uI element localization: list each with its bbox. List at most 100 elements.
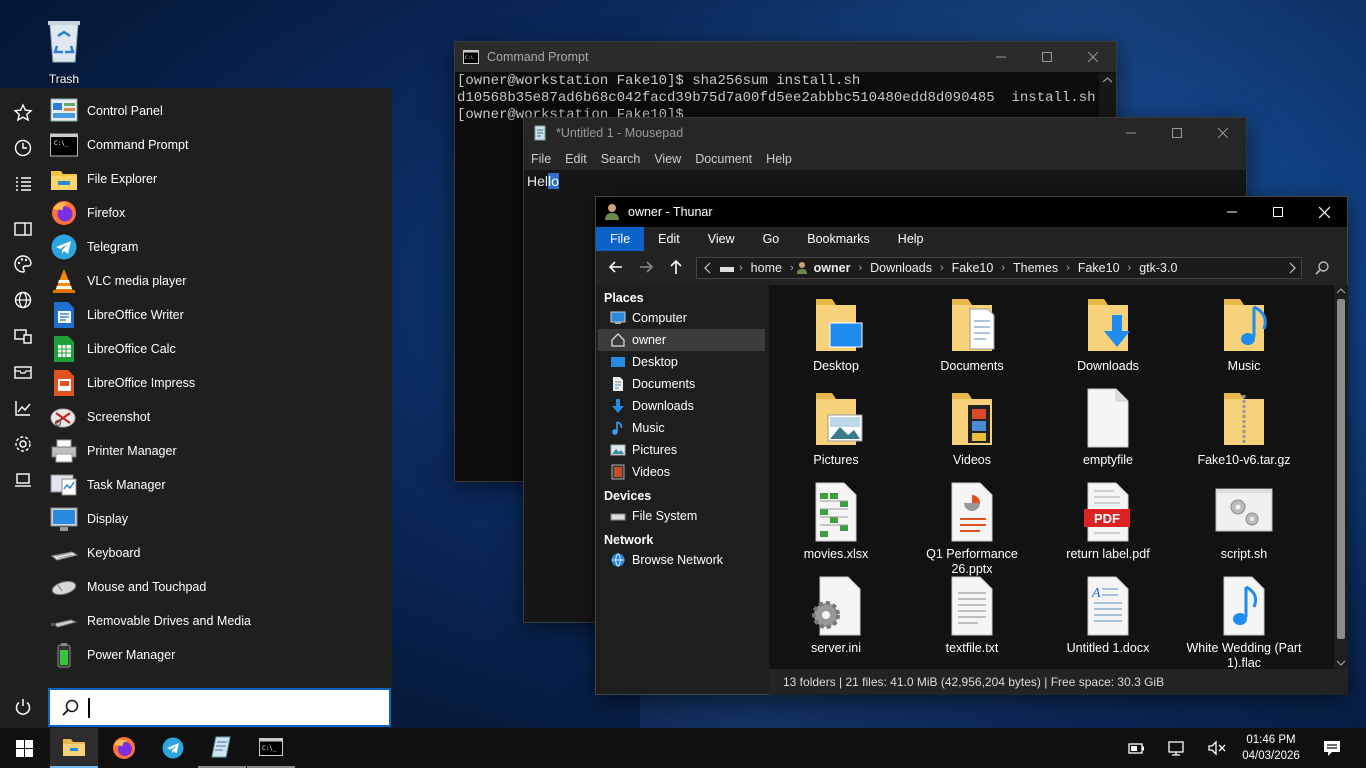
clock-icon[interactable] bbox=[13, 138, 33, 158]
up-arrow-icon[interactable] bbox=[666, 257, 686, 277]
file-item-emptyfile[interactable]: emptyfile bbox=[1043, 381, 1173, 468]
drive-icon[interactable] bbox=[719, 262, 735, 274]
app-keyboard[interactable]: Keyboard bbox=[46, 536, 392, 570]
start-button[interactable] bbox=[0, 728, 48, 768]
menu-edit[interactable]: Edit bbox=[644, 227, 694, 251]
file-item-script[interactable]: script.sh bbox=[1179, 475, 1309, 562]
app-telegram[interactable]: Telegram bbox=[46, 230, 392, 264]
desktop-trash[interactable]: Trash bbox=[28, 12, 100, 86]
menu-file[interactable]: File bbox=[596, 227, 645, 251]
chevron-left-icon[interactable] bbox=[703, 262, 713, 274]
file-item-videos[interactable]: Videos bbox=[907, 381, 1037, 468]
chevron-right-icon[interactable] bbox=[1287, 262, 1297, 274]
app-printer-manager[interactable]: Printer Manager bbox=[46, 434, 392, 468]
file-item-archive[interactable]: Fake10-v6.tar.gz bbox=[1179, 381, 1309, 468]
app-mouse-touchpad[interactable]: Mouse and Touchpad bbox=[46, 570, 392, 604]
app-removable-drives[interactable]: Removable Drives and Media bbox=[46, 604, 392, 638]
maximize-button[interactable] bbox=[1154, 118, 1200, 148]
taskbar-file-explorer[interactable] bbox=[50, 728, 98, 768]
laptop-icon[interactable] bbox=[13, 470, 33, 490]
app-libreoffice-calc[interactable]: LibreOffice Calc bbox=[46, 332, 392, 366]
file-item-docx[interactable]: A Untitled 1.docx bbox=[1043, 569, 1173, 656]
star-icon[interactable] bbox=[13, 103, 33, 123]
file-item-music[interactable]: Music bbox=[1179, 287, 1309, 374]
app-command-prompt[interactable]: C:\_ Command Prompt bbox=[46, 128, 392, 162]
sidebar-item-pictures[interactable]: Pictures bbox=[596, 439, 767, 461]
globe-icon[interactable] bbox=[13, 290, 33, 310]
menu-search[interactable]: Search bbox=[594, 148, 648, 170]
sidebar-item-file-system[interactable]: File System bbox=[596, 505, 767, 527]
menu-bookmarks[interactable]: Bookmarks bbox=[793, 227, 884, 251]
sidebar-item-videos[interactable]: Videos bbox=[596, 461, 767, 483]
network-icon[interactable] bbox=[1167, 738, 1187, 758]
mousepad-titlebar[interactable]: *Untitled 1 - Mousepad bbox=[524, 118, 1246, 148]
sidebar-item-documents[interactable]: Documents bbox=[596, 373, 767, 395]
taskbar-mousepad[interactable] bbox=[198, 728, 246, 768]
file-item-textfile[interactable]: textfile.txt bbox=[907, 569, 1037, 656]
menu-help[interactable]: Help bbox=[759, 148, 799, 170]
minimize-button[interactable] bbox=[1108, 118, 1154, 148]
file-item-downloads[interactable]: Downloads bbox=[1043, 287, 1173, 374]
sidebar-item-downloads[interactable]: Downloads bbox=[596, 395, 767, 417]
sidebar-item-desktop[interactable]: Desktop bbox=[596, 351, 767, 373]
minimize-button[interactable] bbox=[978, 42, 1024, 72]
file-item-flac[interactable]: White Wedding (Part 1).flac bbox=[1179, 569, 1309, 671]
maximize-button[interactable] bbox=[1255, 197, 1301, 227]
app-control-panel[interactable]: Control Panel bbox=[46, 94, 392, 128]
file-grid-scrollbar[interactable] bbox=[1334, 285, 1348, 669]
maximize-button[interactable] bbox=[1024, 42, 1070, 72]
thunar-window[interactable]: owner - Thunar File Edit View Go Bookmar… bbox=[595, 196, 1348, 695]
taskbar-clock[interactable]: 01:46 PM 04/03/2026 bbox=[1238, 732, 1304, 764]
path-segment-downloads[interactable]: Downloads bbox=[864, 261, 938, 275]
app-libreoffice-impress[interactable]: LibreOffice Impress bbox=[46, 366, 392, 400]
minimize-button[interactable] bbox=[1209, 197, 1255, 227]
taskbar-telegram[interactable] bbox=[149, 728, 197, 768]
palette-icon[interactable] bbox=[13, 254, 33, 274]
path-segment-fake10-theme[interactable]: Fake10 bbox=[1072, 261, 1126, 275]
app-libreoffice-writer[interactable]: LibreOffice Writer bbox=[46, 298, 392, 332]
menu-help[interactable]: Help bbox=[884, 227, 938, 251]
back-arrow-icon[interactable] bbox=[606, 257, 626, 277]
taskbar-command-prompt[interactable]: C:\_ bbox=[247, 728, 295, 768]
close-button[interactable] bbox=[1070, 42, 1116, 72]
cmd-titlebar[interactable]: C:\ Command Prompt bbox=[455, 42, 1116, 72]
menu-file[interactable]: File bbox=[524, 148, 558, 170]
file-item-pdf[interactable]: PDF return label.pdf bbox=[1043, 475, 1173, 562]
path-segment-gtk[interactable]: gtk-3.0 bbox=[1133, 261, 1183, 275]
list-icon[interactable] bbox=[13, 174, 33, 194]
scrollbar-thumb[interactable] bbox=[1337, 299, 1345, 639]
close-button[interactable] bbox=[1301, 197, 1347, 227]
close-button[interactable] bbox=[1200, 118, 1246, 148]
app-display[interactable]: Display bbox=[46, 502, 392, 536]
app-screenshot[interactable]: Screenshot bbox=[46, 400, 392, 434]
file-item-pictures[interactable]: Pictures bbox=[771, 381, 901, 468]
menu-view[interactable]: View bbox=[694, 227, 749, 251]
app-vlc[interactable]: VLC media player bbox=[46, 264, 392, 298]
window-icon[interactable] bbox=[13, 219, 33, 239]
file-item-server-ini[interactable]: server.ini bbox=[771, 569, 901, 656]
battery-icon[interactable] bbox=[1126, 738, 1146, 758]
chart-icon[interactable] bbox=[13, 398, 33, 418]
scroll-down-icon[interactable] bbox=[1336, 659, 1346, 667]
sidebar-item-owner[interactable]: owner bbox=[598, 329, 765, 351]
path-segment-home[interactable]: home bbox=[745, 261, 788, 275]
file-item-desktop[interactable]: Desktop bbox=[771, 287, 901, 374]
notifications-icon[interactable] bbox=[1322, 738, 1342, 758]
power-icon[interactable] bbox=[13, 697, 33, 717]
gear-icon[interactable] bbox=[13, 434, 33, 454]
menu-view[interactable]: View bbox=[647, 148, 688, 170]
app-power-manager[interactable]: Power Manager bbox=[46, 638, 392, 672]
file-item-presentation[interactable]: Q1 Performance 26.pptx bbox=[907, 475, 1037, 577]
menu-document[interactable]: Document bbox=[688, 148, 759, 170]
sidebar-item-music[interactable]: Music bbox=[596, 417, 767, 439]
taskbar-firefox[interactable] bbox=[100, 728, 148, 768]
file-item-documents[interactable]: Documents bbox=[907, 287, 1037, 374]
volume-muted-icon[interactable] bbox=[1207, 738, 1227, 758]
app-file-explorer[interactable]: File Explorer bbox=[46, 162, 392, 196]
path-segment-fake10[interactable]: Fake10 bbox=[946, 261, 1000, 275]
editor-text-area[interactable]: Hello bbox=[527, 173, 559, 189]
mail-icon[interactable] bbox=[13, 362, 33, 382]
forward-arrow-icon[interactable] bbox=[636, 257, 656, 277]
sidebar-item-browse-network[interactable]: Browse Network bbox=[596, 549, 767, 571]
start-search-field[interactable] bbox=[48, 688, 391, 727]
